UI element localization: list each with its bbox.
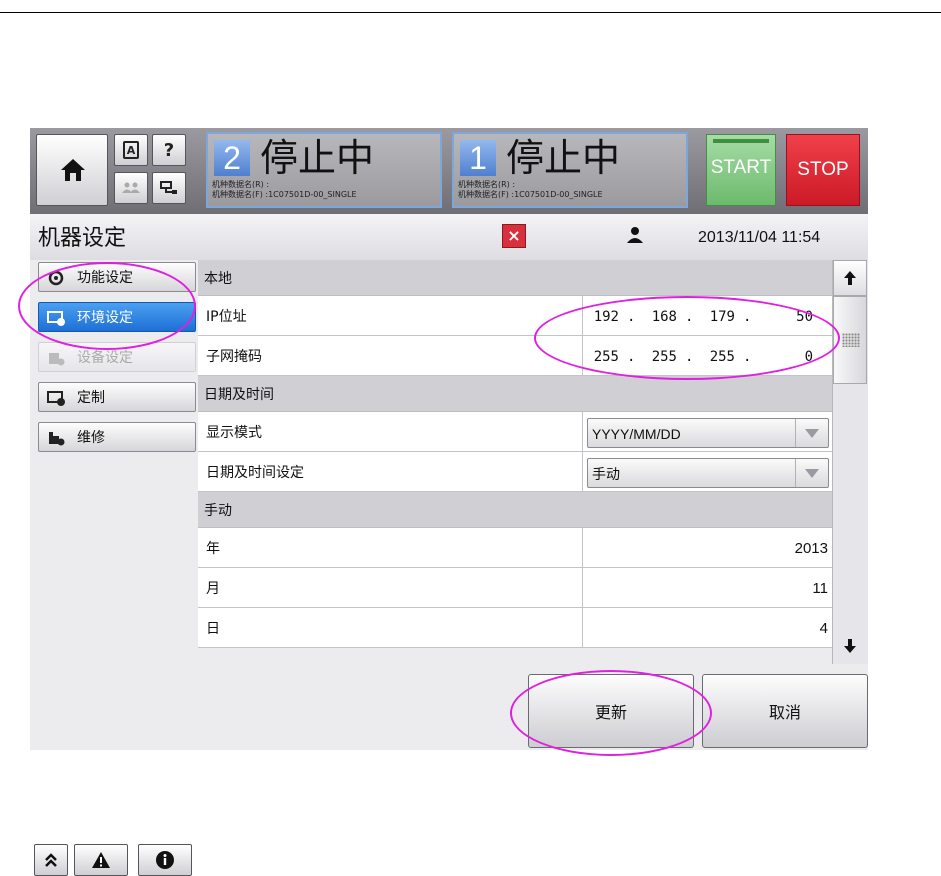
sidebar-item-label: 定制 xyxy=(77,390,105,406)
sidebar-item-customize[interactable]: 定制 xyxy=(38,382,196,412)
language-button[interactable]: A xyxy=(114,134,148,166)
language-icon: A xyxy=(123,141,139,159)
cancel-label: 取消 xyxy=(768,703,801,722)
section-title: 本地 xyxy=(204,271,232,287)
machine-info-2: 机种数据名(R) : 机种数据名(F) :1C07501D-00_SINGLE xyxy=(212,180,357,200)
header-bar: A ? 2 停止中 机种数据名(R) : 机种数据名(F) :1C07501D-… xyxy=(30,128,868,214)
day-row[interactable]: 日 4 xyxy=(198,608,832,648)
sidebar-item-label: 维修 xyxy=(77,430,105,446)
sidebar-item-label: 设备设定 xyxy=(77,350,133,366)
start-button[interactable]: START xyxy=(706,134,776,206)
scroll-down-button[interactable] xyxy=(833,628,867,664)
dropdown-arrow[interactable] xyxy=(795,459,828,487)
day-field[interactable]: 4 xyxy=(582,608,832,648)
annotation-ellipse-update-button xyxy=(510,670,712,756)
scroll-up-button[interactable] xyxy=(833,260,867,296)
year-label: 年 xyxy=(206,541,220,557)
model-data-f: 机种数据名(F) :1C07501D-00_SINGLE xyxy=(212,190,357,199)
triangle-down-icon xyxy=(805,429,819,438)
title-bar: 机器设定 × 2013/11/04 11:54 xyxy=(30,214,868,260)
customize-icon xyxy=(47,391,65,406)
display-mode-cell: YYYY/MM/DD xyxy=(582,412,832,452)
annotation-ellipse-ip-mask xyxy=(534,296,840,380)
month-row[interactable]: 月 11 xyxy=(198,568,832,608)
scrollbar[interactable] xyxy=(832,260,868,664)
model-data-r: 机种数据名(R) : xyxy=(458,180,516,189)
maintenance-icon xyxy=(49,432,65,446)
datetime-setting-cell: 手动 xyxy=(582,452,832,492)
current-datetime: 2013/11/04 11:54 xyxy=(698,229,821,246)
users-button[interactable] xyxy=(114,172,148,204)
collapse-button[interactable] xyxy=(34,844,68,876)
display-mode-select[interactable]: YYYY/MM/DD xyxy=(587,418,829,448)
grip-icon xyxy=(842,333,860,347)
help-button[interactable]: ? xyxy=(152,134,186,166)
year-field[interactable]: 2013 xyxy=(582,528,832,568)
dropdown-arrow[interactable] xyxy=(795,419,828,447)
close-button[interactable]: × xyxy=(502,224,526,248)
machine-number-1: 1 xyxy=(460,140,496,176)
users-icon xyxy=(122,182,140,193)
day-value: 4 xyxy=(819,620,828,637)
model-data-f: 机种数据名(F) :1C07501D-00_SINGLE xyxy=(458,190,603,199)
start-indicator-bar xyxy=(713,139,769,143)
display-mode-label: 显示模式 xyxy=(206,425,262,441)
network-button[interactable] xyxy=(152,172,186,204)
datetime-setting-select[interactable]: 手动 xyxy=(587,458,829,488)
section-date-time: 日期及时间 xyxy=(198,376,832,412)
machine-status-text-1: 停止中 xyxy=(506,136,621,180)
close-icon: × xyxy=(507,226,521,245)
help-icon: ? xyxy=(163,139,175,161)
page-title: 机器设定 xyxy=(38,226,127,251)
warning-button[interactable] xyxy=(74,844,128,876)
home-icon xyxy=(61,159,85,181)
arrow-down-icon xyxy=(844,639,856,653)
display-mode-value: YYYY/MM/DD xyxy=(592,426,681,442)
sidebar-item-maintenance[interactable]: 维修 xyxy=(38,422,196,452)
start-label: START xyxy=(710,157,772,178)
display-mode-row[interactable]: 显示模式 YYYY/MM/DD xyxy=(198,412,832,452)
month-label: 月 xyxy=(206,581,220,597)
ip-address-label: IP位址 xyxy=(206,309,247,325)
day-label: 日 xyxy=(206,621,220,637)
network-icon xyxy=(160,181,177,194)
user-icon xyxy=(627,227,643,243)
subnet-mask-label: 子网掩码 xyxy=(206,349,262,365)
stop-label: STOP xyxy=(797,159,849,180)
model-data-r: 机种数据名(R) : xyxy=(212,180,270,189)
section-local: 本地 xyxy=(198,260,832,296)
year-value: 2013 xyxy=(794,540,828,557)
double-chevron-up-icon xyxy=(45,853,57,867)
section-title: 日期及时间 xyxy=(204,387,274,403)
warning-icon xyxy=(92,852,110,868)
info-button[interactable] xyxy=(138,844,192,876)
device-settings-icon xyxy=(49,353,65,366)
machine-status-panel-2[interactable]: 2 停止中 机种数据名(R) : 机种数据名(F) :1C07501D-00_S… xyxy=(206,132,442,208)
annotation-ellipse-environment-settings xyxy=(18,262,196,350)
datetime-setting-row[interactable]: 日期及时间设定 手动 xyxy=(198,452,832,492)
year-row[interactable]: 年 2013 xyxy=(198,528,832,568)
machine-number-2: 2 xyxy=(214,140,250,176)
month-field[interactable]: 11 xyxy=(582,568,832,608)
section-title: 手动 xyxy=(204,503,232,519)
machine-status-panel-1[interactable]: 1 停止中 机种数据名(R) : 机种数据名(F) :1C07501D-00_S… xyxy=(452,132,688,208)
info-icon xyxy=(156,851,174,869)
cancel-button[interactable]: 取消 xyxy=(702,674,868,748)
stop-button[interactable]: STOP xyxy=(786,134,860,206)
month-value: 11 xyxy=(812,580,828,597)
app-window: A ? 2 停止中 机种数据名(R) : 机种数据名(F) :1C07501D-… xyxy=(30,128,868,876)
machine-status-text-2: 停止中 xyxy=(260,136,375,180)
datetime-setting-label: 日期及时间设定 xyxy=(206,465,304,481)
triangle-down-icon xyxy=(805,469,819,478)
datetime-setting-value: 手动 xyxy=(592,466,620,482)
home-button[interactable] xyxy=(36,134,108,206)
section-manual: 手动 xyxy=(198,492,832,528)
arrow-up-icon xyxy=(844,271,856,285)
page-top-rule xyxy=(0,12,941,13)
machine-info-1: 机种数据名(R) : 机种数据名(F) :1C07501D-00_SINGLE xyxy=(458,180,603,200)
